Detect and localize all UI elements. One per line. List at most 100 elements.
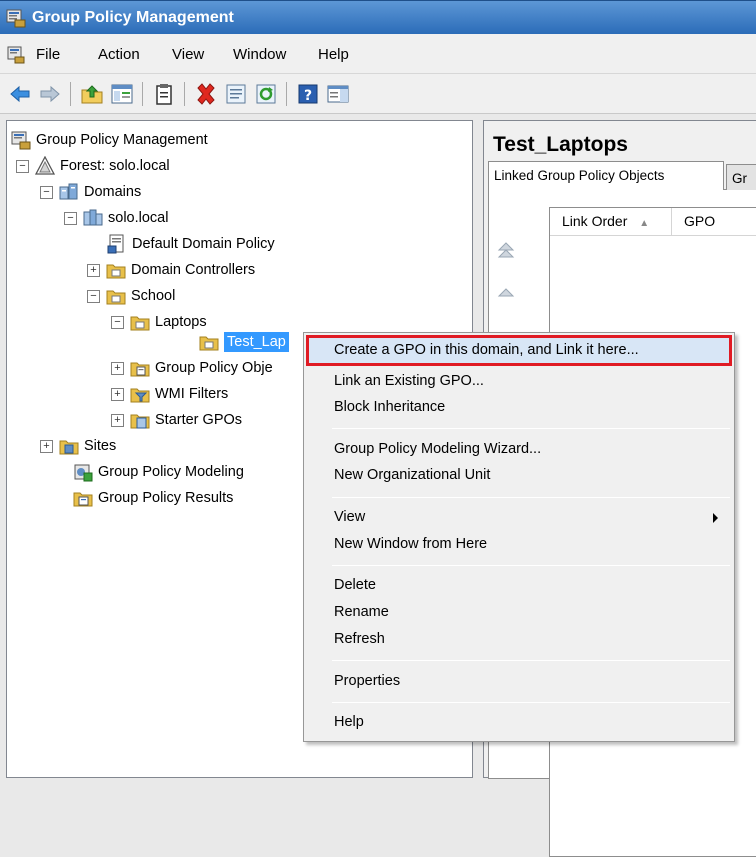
gpo-container-icon <box>130 358 150 378</box>
collapse-toggle[interactable]: − <box>111 315 124 329</box>
tree-label: Group Policy Modeling <box>98 464 244 480</box>
tree-label: Group Policy Obje <box>155 360 273 376</box>
wmi-filter-icon <box>130 384 150 404</box>
menu-action[interactable]: Action <box>98 46 140 63</box>
help-icon[interactable]: ? <box>296 82 320 106</box>
sort-ascending-icon: ▲ <box>639 218 650 229</box>
forward-icon[interactable] <box>38 82 62 106</box>
column-label: Link Order <box>562 213 628 229</box>
modeling-icon <box>73 462 93 482</box>
menu-item-properties[interactable]: Properties <box>306 668 732 695</box>
toolbar-separator <box>184 82 185 106</box>
up-folder-icon[interactable] <box>80 82 104 106</box>
properties-icon[interactable] <box>224 82 248 106</box>
tree-node-default-domain-policy[interactable]: Default Domain Policy <box>107 231 275 257</box>
collapse-toggle[interactable]: − <box>87 289 100 303</box>
show-hide-tree-icon[interactable] <box>110 82 134 106</box>
toolbar-separator <box>286 82 287 106</box>
tree-label: Default Domain Policy <box>132 236 275 252</box>
action-pane-icon[interactable] <box>326 82 350 106</box>
tree-label: WMI Filters <box>155 386 229 402</box>
menu-item-block-inheritance[interactable]: Block Inheritance <box>306 394 732 421</box>
tree-node-group-policy-modeling[interactable]: Group Policy Modeling <box>73 459 244 485</box>
tree-node-group-policy-results[interactable]: Group Policy Results <box>73 485 233 511</box>
menu-item-link-existing-gpo[interactable]: Link an Existing GPO... <box>306 368 732 395</box>
domain-icon <box>83 208 103 228</box>
domains-icon <box>59 182 79 202</box>
tree-label: Domains <box>84 184 142 200</box>
delete-icon[interactable] <box>194 82 218 106</box>
menu-item-new-window[interactable]: New Window from Here <box>306 531 732 558</box>
expand-toggle[interactable]: + <box>111 387 124 401</box>
column-header-gpo[interactable]: GPO <box>672 208 756 236</box>
forest-icon <box>35 156 55 176</box>
tree-node-domain-controllers[interactable]: + Domain Controllers <box>87 257 255 283</box>
tree-node-domains[interactable]: − Domains <box>40 179 141 205</box>
ou-folder-icon <box>199 332 219 352</box>
tree-node-laptops[interactable]: − Laptops <box>111 309 207 335</box>
menu-separator <box>332 660 730 661</box>
starter-gpo-icon <box>130 410 150 430</box>
menu-item-new-ou[interactable]: New Organizational Unit <box>306 462 732 489</box>
tree-label-selected: Test_Lap <box>224 332 289 352</box>
tree-label: Forest: solo.local <box>60 158 170 174</box>
toolbar: ? <box>0 74 756 114</box>
details-title: Test_Laptops <box>493 133 628 156</box>
menu-help[interactable]: Help <box>318 46 349 63</box>
menu-separator <box>332 565 730 566</box>
gpmc-console-icon <box>11 130 31 150</box>
collapse-toggle[interactable]: − <box>40 185 53 199</box>
ou-folder-icon <box>130 312 150 332</box>
clipboard-icon[interactable] <box>152 82 176 106</box>
menu-item-view[interactable]: View <box>306 504 732 531</box>
tree-label: Domain Controllers <box>131 262 256 278</box>
tree-node-starter-gpos[interactable]: + Starter GPOs <box>111 407 242 433</box>
tree-node-group-policy-management[interactable]: Group Policy Management <box>11 127 208 153</box>
move-to-top-icon[interactable] <box>494 239 518 263</box>
window-title: Group Policy Management <box>32 9 234 26</box>
menu-separator <box>332 497 730 498</box>
tab-linked-gpos[interactable]: Linked Group Policy Objects <box>488 161 724 190</box>
expand-toggle[interactable]: + <box>111 413 124 427</box>
expand-toggle[interactable]: + <box>111 361 124 375</box>
tree-label: solo.local <box>108 210 169 226</box>
move-up-icon[interactable] <box>494 281 518 305</box>
tree-label: School <box>131 288 176 304</box>
expand-toggle[interactable]: + <box>40 439 53 453</box>
tree-node-school[interactable]: − School <box>87 283 175 309</box>
menu-view[interactable]: View <box>172 46 204 63</box>
svg-text:?: ? <box>304 88 312 104</box>
context-menu: Create a GPO in this domain, and Link it… <box>303 332 735 742</box>
tree-label: Laptops <box>155 314 207 330</box>
tree-node-forest[interactable]: − Forest: solo.local <box>16 153 170 179</box>
results-icon <box>73 488 93 508</box>
menu-item-rename[interactable]: Rename <box>306 599 732 626</box>
tree-label: Starter GPOs <box>155 412 243 428</box>
refresh-icon[interactable] <box>254 82 278 106</box>
system-menu-icon[interactable] <box>7 46 25 67</box>
ou-folder-icon <box>106 260 126 280</box>
expand-toggle[interactable]: + <box>87 263 100 277</box>
menu-item-refresh[interactable]: Refresh <box>306 626 732 653</box>
menu-file[interactable]: File <box>36 46 60 63</box>
gpmc-app-icon <box>6 8 26 33</box>
menu-item-create-gpo-and-link[interactable]: Create a GPO in this domain, and Link it… <box>306 335 732 366</box>
tree-node-test-laptops[interactable]: Test_Lap <box>199 329 289 355</box>
menu-item-delete[interactable]: Delete <box>306 572 732 599</box>
collapse-toggle[interactable]: − <box>64 211 77 225</box>
column-header-link-order[interactable]: Link Order ▲ <box>550 208 672 236</box>
back-icon[interactable] <box>8 82 32 106</box>
tree-node-solo-local[interactable]: − solo.local <box>64 205 168 231</box>
menu-item-help[interactable]: Help <box>306 709 732 736</box>
tree-label: Group Policy Results <box>98 490 234 506</box>
menu-separator <box>332 428 730 429</box>
tab-group-policy-inheritance[interactable]: Gr <box>726 164 756 190</box>
menu-window[interactable]: Window <box>233 46 286 63</box>
submenu-arrow-icon <box>713 513 718 523</box>
tree-node-group-policy-objects[interactable]: + Group Policy Obje <box>111 355 273 381</box>
menu-item-modeling-wizard[interactable]: Group Policy Modeling Wizard... <box>306 436 732 463</box>
collapse-toggle[interactable]: − <box>16 159 29 173</box>
title-bar: Group Policy Management <box>0 0 756 34</box>
tree-node-wmi-filters[interactable]: + WMI Filters <box>111 381 228 407</box>
tree-node-sites[interactable]: + Sites <box>40 433 116 459</box>
